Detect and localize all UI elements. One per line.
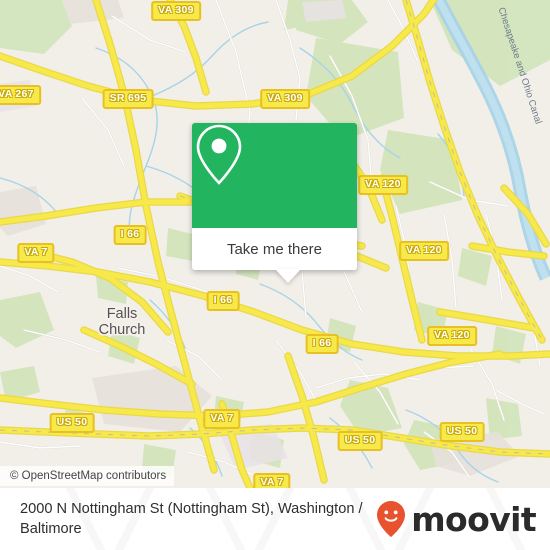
footer-content: 2000 N Nottingham St (Nottingham St), Wa… — [0, 488, 550, 550]
highway-shield: VA 309 — [260, 89, 310, 109]
highway-shield: VA 7 — [203, 409, 241, 429]
highway-shield: VA 120 — [358, 175, 408, 195]
popup-header — [192, 123, 357, 228]
location-popup-card[interactable]: Take me there — [192, 123, 357, 283]
highway-shield: I 66 — [305, 334, 339, 354]
map-screen: .mj{stroke:#f7e94a;stroke-linecap:round;… — [0, 0, 550, 550]
take-me-there-button[interactable]: Take me there — [227, 241, 322, 258]
highway-shield: VA 267 — [0, 85, 41, 105]
address-label: 2000 N Nottingham St (Nottingham St), Wa… — [20, 501, 363, 537]
highway-shield: VA 7 — [253, 473, 291, 488]
popup-action-row[interactable]: Take me there — [192, 228, 357, 283]
osm-attribution[interactable]: © OpenStreetMap contributors — [0, 466, 175, 486]
highway-shield: I 66 — [206, 291, 240, 311]
location-pin-icon — [196, 124, 242, 185]
highway-shield: VA 309 — [151, 1, 201, 21]
highway-shield: SR 695 — [102, 89, 154, 109]
highway-shield: VA 120 — [399, 241, 449, 261]
highway-shield: VA 7 — [17, 243, 55, 263]
moovit-logo[interactable]: moovit — [376, 499, 537, 539]
moovit-wordmark: moovit — [411, 499, 536, 539]
popup-pointer — [275, 269, 301, 283]
place-label: Falls Church — [98, 306, 146, 338]
highway-shield: US 50 — [49, 413, 95, 433]
highway-shield: I 66 — [113, 225, 147, 245]
footer-bar: 2000 N Nottingham St (Nottingham St), Wa… — [0, 488, 550, 550]
map-canvas[interactable]: .mj{stroke:#f7e94a;stroke-linecap:round;… — [0, 0, 550, 488]
highway-shield: VA 120 — [427, 326, 477, 346]
moovit-pin-icon — [377, 501, 406, 537]
highway-shield: US 50 — [439, 422, 485, 442]
highway-shield: US 50 — [337, 431, 383, 451]
